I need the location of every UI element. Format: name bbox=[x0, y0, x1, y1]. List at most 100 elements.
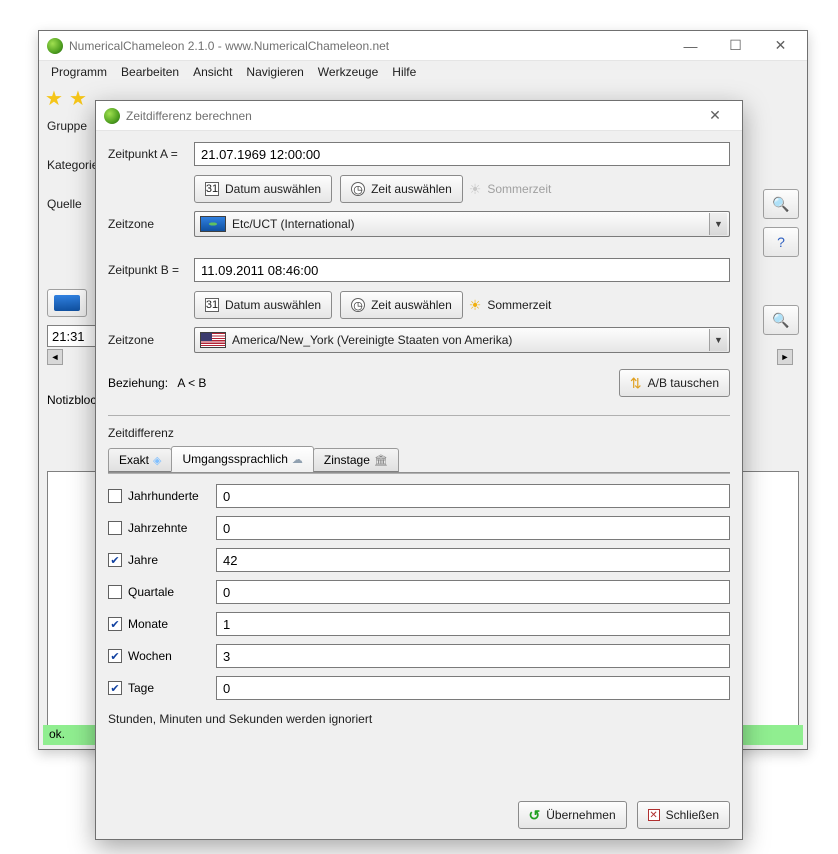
date-select-b-button[interactable]: 31 Datum auswählen bbox=[194, 291, 332, 319]
dialog-title: Zeitdifferenz berechnen bbox=[126, 109, 694, 123]
sommerzeit-label: Sommerzeit bbox=[487, 298, 551, 312]
diff-row: Jahrhunderte bbox=[108, 484, 730, 508]
close-icon: ✕ bbox=[648, 809, 660, 821]
tab-label: Umgangssprachlich bbox=[182, 452, 287, 466]
close-label: Schließen bbox=[666, 808, 719, 822]
diff-label: Jahrhunderte bbox=[128, 489, 199, 503]
check-icon: ↺ bbox=[529, 807, 541, 824]
search-icon: 🔍 bbox=[772, 312, 789, 329]
btn-label: Zeit auswählen bbox=[371, 298, 452, 312]
checkbox[interactable] bbox=[108, 521, 122, 535]
cloud-icon: ☁ bbox=[292, 453, 303, 466]
label-zeitzone-b: Zeitzone bbox=[108, 333, 194, 347]
diff-value-input[interactable] bbox=[216, 548, 730, 572]
diamond-icon: ◈ bbox=[153, 454, 161, 467]
swap-button[interactable]: ⇅ A/B tauschen bbox=[619, 369, 730, 397]
scroll-right-icon[interactable]: ► bbox=[777, 349, 793, 365]
diff-row: Quartale bbox=[108, 580, 730, 604]
diff-label: Tage bbox=[128, 681, 154, 695]
apply-button[interactable]: ↺ Übernehmen bbox=[518, 801, 627, 829]
zeitdifferenz-label: Zeitdifferenz bbox=[108, 426, 730, 440]
diff-label: Monate bbox=[128, 617, 168, 631]
star-icon[interactable]: ★ bbox=[69, 86, 91, 108]
diff-label: Jahrzehnte bbox=[128, 521, 187, 535]
close-button[interactable]: ✕ Schließen bbox=[637, 801, 730, 829]
swap-icon: ⇅ bbox=[630, 375, 642, 392]
timezone-a-value: Etc/UCT (International) bbox=[232, 217, 703, 231]
menu-hilfe[interactable]: Hilfe bbox=[386, 63, 422, 81]
timezone-a-combo[interactable]: Etc/UCT (International) ▼ bbox=[194, 211, 730, 237]
sommerzeit-b: ☀ Sommerzeit bbox=[469, 297, 552, 314]
time-diff-dialog: Zeitdifferenz berechnen ✕ Zeitpunkt A = … bbox=[95, 100, 743, 840]
search-button[interactable]: 🔍 bbox=[763, 189, 799, 219]
tab-exakt[interactable]: Exakt ◈ bbox=[108, 448, 172, 472]
apply-label: Übernehmen bbox=[546, 808, 615, 822]
diff-tabs: Exakt ◈ Umgangssprachlich ☁ Zinstage 🏛 bbox=[108, 446, 730, 472]
dialog-close-button[interactable]: ✕ bbox=[694, 103, 736, 129]
swap-label: A/B tauschen bbox=[648, 376, 719, 390]
calendar-icon: 31 bbox=[205, 182, 219, 196]
menu-programm[interactable]: Programm bbox=[45, 63, 113, 81]
minimize-button[interactable]: — bbox=[668, 32, 713, 60]
tab-label: Zinstage bbox=[324, 453, 370, 467]
time-select-a-button[interactable]: ◷ Zeit auswählen bbox=[340, 175, 463, 203]
help-button[interactable]: ? bbox=[763, 227, 799, 257]
menu-werkzeuge[interactable]: Werkzeuge bbox=[312, 63, 384, 81]
globe-button[interactable] bbox=[47, 289, 87, 317]
tab-zinstage[interactable]: Zinstage 🏛 bbox=[313, 448, 399, 472]
menu-navigieren[interactable]: Navigieren bbox=[240, 63, 309, 81]
btn-label: Datum auswählen bbox=[225, 298, 321, 312]
main-titlebar: NumericalChameleon 2.1.0 - www.Numerical… bbox=[39, 31, 807, 61]
sun-icon: ☀ bbox=[469, 181, 482, 198]
label-gruppe: Gruppe bbox=[47, 119, 95, 133]
timezone-b-combo[interactable]: America/New_York (Vereinigte Staaten von… bbox=[194, 327, 730, 353]
zeitpunkt-b-input[interactable] bbox=[194, 258, 730, 282]
sommerzeit-label: Sommerzeit bbox=[487, 182, 551, 196]
checkbox[interactable]: ✔ bbox=[108, 553, 122, 567]
diff-row: ✔ Monate bbox=[108, 612, 730, 636]
tab-umgangssprachlich[interactable]: Umgangssprachlich ☁ bbox=[171, 446, 313, 472]
diff-value-input[interactable] bbox=[216, 516, 730, 540]
diff-value-input[interactable] bbox=[216, 676, 730, 700]
checkbox[interactable] bbox=[108, 489, 122, 503]
checkbox[interactable] bbox=[108, 585, 122, 599]
bank-icon: 🏛 bbox=[374, 454, 388, 467]
diff-value-input[interactable] bbox=[216, 580, 730, 604]
btn-label: Zeit auswählen bbox=[371, 182, 452, 196]
menu-bearbeiten[interactable]: Bearbeiten bbox=[115, 63, 185, 81]
diff-value-input[interactable] bbox=[216, 612, 730, 636]
separator bbox=[108, 415, 730, 416]
diff-value-input[interactable] bbox=[216, 484, 730, 508]
label-zeitpunkt-a: Zeitpunkt A = bbox=[108, 147, 194, 161]
star-icon[interactable]: ★ bbox=[45, 86, 67, 108]
time-input[interactable] bbox=[47, 325, 99, 347]
diff-value-input[interactable] bbox=[216, 644, 730, 668]
menu-ansicht[interactable]: Ansicht bbox=[187, 63, 238, 81]
chevron-down-icon: ▼ bbox=[709, 213, 727, 235]
close-button[interactable]: ✕ bbox=[758, 32, 803, 60]
label-zeitzone-a: Zeitzone bbox=[108, 217, 194, 231]
maximize-button[interactable]: ☐ bbox=[713, 32, 758, 60]
search-button-2[interactable]: 🔍 bbox=[763, 305, 799, 335]
checkbox[interactable]: ✔ bbox=[108, 681, 122, 695]
date-select-a-button[interactable]: 31 Datum auswählen bbox=[194, 175, 332, 203]
zeitpunkt-a-input[interactable] bbox=[194, 142, 730, 166]
checkbox[interactable]: ✔ bbox=[108, 617, 122, 631]
diff-row: ✔ Jahre bbox=[108, 548, 730, 572]
label-notizblock: Notizbloc bbox=[47, 393, 96, 407]
dialog-titlebar: Zeitdifferenz berechnen ✕ bbox=[96, 101, 742, 131]
beziehung-label: Beziehung: bbox=[108, 376, 168, 390]
diff-label: Quartale bbox=[128, 585, 174, 599]
label-zeitpunkt-b: Zeitpunkt B = bbox=[108, 263, 194, 277]
calendar-icon: 31 bbox=[205, 298, 219, 312]
sun-icon: ☀ bbox=[469, 297, 482, 314]
us-flag-icon bbox=[200, 332, 226, 348]
diff-row: Jahrzehnte bbox=[108, 516, 730, 540]
menubar: Programm Bearbeiten Ansicht Navigieren W… bbox=[39, 61, 807, 83]
diff-label: Wochen bbox=[128, 649, 172, 663]
scroll-left-icon[interactable]: ◄ bbox=[47, 349, 63, 365]
tab-label: Exakt bbox=[119, 453, 149, 467]
checkbox[interactable]: ✔ bbox=[108, 649, 122, 663]
diff-label: Jahre bbox=[128, 553, 158, 567]
time-select-b-button[interactable]: ◷ Zeit auswählen bbox=[340, 291, 463, 319]
